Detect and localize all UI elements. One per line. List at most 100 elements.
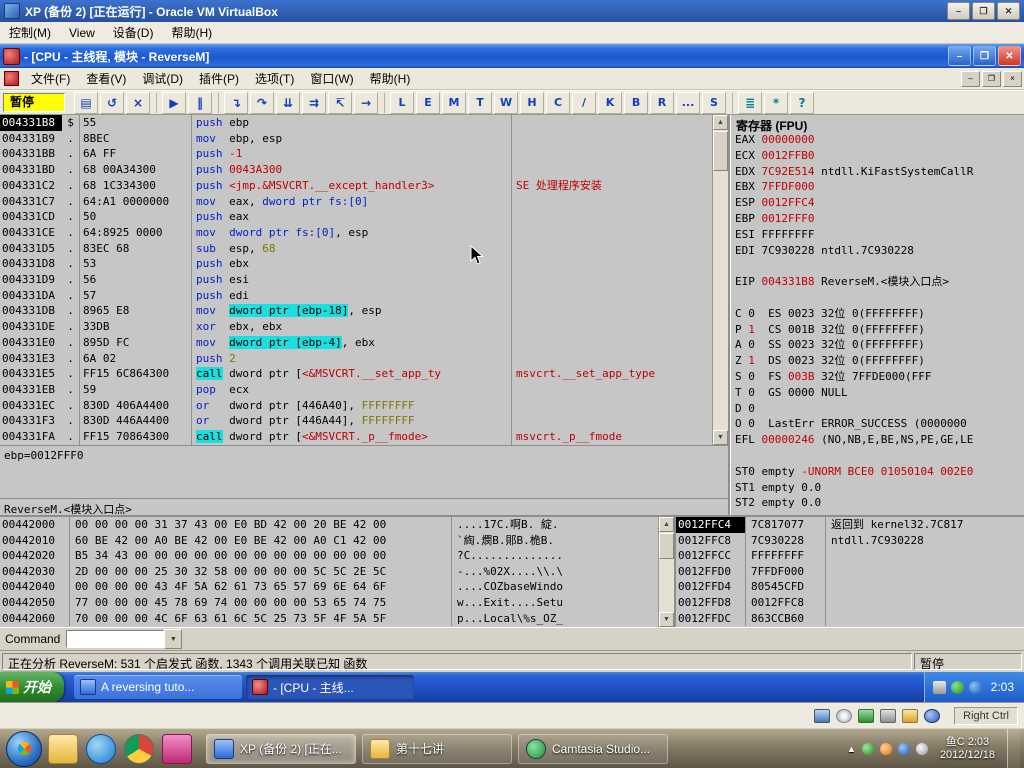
app-tray-icon[interactable] xyxy=(969,681,982,694)
show-desktop-button[interactable] xyxy=(1007,729,1020,768)
xp-start-button[interactable]: 开始 xyxy=(0,672,64,702)
disasm-row[interactable]: 004331DE.33DBxor ebx, ebx xyxy=(0,319,712,335)
toolbar-threads-window-button[interactable]: T xyxy=(468,92,492,114)
minimize-button[interactable]: – xyxy=(947,2,970,20)
registers-pane[interactable]: 寄存器 (FPU) EAX 00000000ECX 0012FFB0EDX 7C… xyxy=(730,115,1024,515)
toolbar-windows-list-button[interactable]: ≣ xyxy=(738,92,762,114)
update-tray-icon[interactable] xyxy=(880,743,892,755)
stack-pane[interactable]: 0012FFC47C817077返回到 kernel32.7C8170012FF… xyxy=(676,515,1024,627)
register-line[interactable]: ECX 0012FFB0 xyxy=(731,148,1024,164)
vb-menu-item-1[interactable]: View xyxy=(60,24,104,42)
dump-row[interactable]: 00442020B5 34 43 00 00 00 00 00 00 00 00… xyxy=(0,548,658,564)
toolbar-patches-window-button[interactable]: / xyxy=(572,92,596,114)
scroll-down-button[interactable]: ▼ xyxy=(713,430,728,445)
disasm-row[interactable]: 004331D9.56push esi xyxy=(0,272,712,288)
toolbar-step-into-button[interactable]: ↴ xyxy=(224,92,248,114)
stack-row[interactable]: 0012FFD480545CFD xyxy=(676,579,1024,595)
disasm-row[interactable]: 004331BB.6A FFpush -1 xyxy=(0,146,712,162)
toolbar-log-window-button[interactable]: L xyxy=(390,92,414,114)
network-tray-icon[interactable] xyxy=(898,743,910,755)
disassembly-pane[interactable]: 004331B8$55push ebp004331B9.8BECmov ebp,… xyxy=(0,115,730,445)
stack-row[interactable]: 0012FFD80012FFC8 xyxy=(676,595,1024,611)
toolbar-references-window-button[interactable]: R xyxy=(650,92,674,114)
stack-row[interactable]: 0012FFC87C930228ntdll.7C930228 xyxy=(676,533,1024,549)
register-line[interactable] xyxy=(731,448,1024,464)
browser-icon[interactable] xyxy=(86,734,116,764)
scroll-up-button[interactable]: ▲ xyxy=(659,517,674,532)
register-line[interactable]: P 1 CS 001B 32位 0(FFFFFFFF) xyxy=(731,322,1024,338)
toolbar-executables-window-button[interactable]: E xyxy=(416,92,440,114)
host-task-0[interactable]: XP (备份 2) [正在... xyxy=(206,734,356,764)
disassembly-scrollbar[interactable]: ▲ ▼ xyxy=(712,115,728,445)
disasm-row[interactable]: 004331EC.830D 406A4400or dword ptr [446A… xyxy=(0,398,712,414)
stack-row[interactable]: 0012FFCCFFFFFFFF xyxy=(676,548,1024,564)
olly-menu-item-4[interactable]: 选项(T) xyxy=(247,68,302,89)
toolbar-memory-window-button[interactable]: M xyxy=(442,92,466,114)
toolbar-open-file-button[interactable]: ▤ xyxy=(74,92,98,114)
input-method-icon[interactable] xyxy=(933,681,946,694)
disasm-row[interactable]: 004331FA.FF15 70864300call dword ptr [<&… xyxy=(0,429,712,445)
toolbar-close-program-button[interactable]: × xyxy=(126,92,150,114)
register-line[interactable]: ST0 empty -UNORM BCE0 01050104 002E0 xyxy=(731,464,1024,480)
register-line[interactable]: EBP 0012FFF0 xyxy=(731,211,1024,227)
dump-row[interactable]: 0044205077 00 00 00 45 78 69 74 00 00 00… xyxy=(0,595,658,611)
register-line[interactable] xyxy=(731,258,1024,274)
disasm-row[interactable]: 004331C2.68 1C334300push <jmp.&MSVCRT.__… xyxy=(0,178,712,194)
xp-task-0[interactable]: A reversing tuto... xyxy=(74,675,242,699)
tray-expand-icon[interactable]: ▲ xyxy=(847,744,856,754)
host-task-2[interactable]: Camtasia Studio... xyxy=(518,734,668,764)
disasm-row[interactable]: 004331D5.83EC 68sub esp, 68 xyxy=(0,241,712,257)
olly-menu-item-0[interactable]: 文件(F) xyxy=(23,68,78,89)
host-start-button[interactable] xyxy=(6,731,42,767)
toolbar-run-trace-window-button[interactable]: ... xyxy=(676,92,700,114)
toolbar-help-button[interactable]: ? xyxy=(790,92,814,114)
mdi-minimize-button[interactable]: – xyxy=(961,71,980,87)
olly-menu-item-2[interactable]: 调试(D) xyxy=(134,68,191,89)
toolbar-go-to-address-button[interactable]: → xyxy=(354,92,378,114)
maximize-button[interactable]: ❐ xyxy=(972,2,995,20)
toolbar-breakpoints-window-button[interactable]: B xyxy=(624,92,648,114)
register-line[interactable]: ST2 empty 0.0 xyxy=(731,495,1024,511)
explorer-icon[interactable] xyxy=(48,734,78,764)
scroll-thumb[interactable] xyxy=(713,131,728,171)
toolbar-run-button[interactable]: ▶ xyxy=(162,92,186,114)
security-tray-icon[interactable] xyxy=(862,743,874,755)
register-line[interactable]: EAX 00000000 xyxy=(731,132,1024,148)
chrome-icon[interactable] xyxy=(124,734,154,764)
register-line[interactable] xyxy=(731,290,1024,306)
register-line[interactable]: ESP 0012FFC4 xyxy=(731,195,1024,211)
dump-row[interactable]: 0044204000 00 00 00 43 4F 5A 62 61 73 65… xyxy=(0,579,658,595)
olly-menu-item-3[interactable]: 插件(P) xyxy=(191,68,247,89)
disasm-row[interactable]: 004331CE.64:8925 0000mov dword ptr fs:[0… xyxy=(0,225,712,241)
disasm-row[interactable]: 004331CD.50push eax xyxy=(0,209,712,225)
toolbar-cpu-window-button[interactable]: C xyxy=(546,92,570,114)
olly-menu-item-6[interactable]: 帮助(H) xyxy=(362,68,419,89)
disasm-row[interactable]: 004331DB.8965 E8mov dword ptr [ebp-18], … xyxy=(0,303,712,319)
close-button[interactable]: ✕ xyxy=(997,2,1020,20)
mdi-restore-button[interactable]: ❐ xyxy=(982,71,1001,87)
register-line[interactable]: ST1 empty 0.0 xyxy=(731,480,1024,496)
dump-row[interactable]: 0044206070 00 00 00 4C 6F 63 61 6C 5C 25… xyxy=(0,611,658,627)
host-task-1[interactable]: 第十七讲 xyxy=(362,734,512,764)
dump-row[interactable]: 0044201060 BE 42 00 A0 BE 42 00 E0 BE 42… xyxy=(0,533,658,549)
disasm-row[interactable]: 004331E5.FF15 6C864300call dword ptr [<&… xyxy=(0,366,712,382)
disasm-row[interactable]: 004331BD.68 00A34300push 0043A300 xyxy=(0,162,712,178)
command-input[interactable] xyxy=(66,630,164,648)
register-line[interactable]: O 0 LastErr ERROR_SUCCESS (0000000 xyxy=(731,416,1024,432)
info-pane[interactable]: ebp=0012FFF0 ReverseM.<模块入口点> xyxy=(0,445,730,515)
toolbar-call-stack-window-button[interactable]: K xyxy=(598,92,622,114)
register-line[interactable]: Z 1 DS 0023 32位 0(FFFFFFFF) xyxy=(731,353,1024,369)
register-line[interactable]: EDI 7C930228 ntdll.7C930228 xyxy=(731,243,1024,259)
toolbar-options-button[interactable]: * xyxy=(764,92,788,114)
scroll-up-button[interactable]: ▲ xyxy=(713,115,728,130)
register-line[interactable]: D 0 xyxy=(731,401,1024,417)
olly-menu-item-5[interactable]: 窗口(W) xyxy=(302,68,361,89)
disasm-row[interactable]: 004331E3.6A 02push 2 xyxy=(0,351,712,367)
stack-row[interactable]: 0012FFD07FFDF000 xyxy=(676,564,1024,580)
register-line[interactable]: A 0 SS 0023 32位 0(FFFFFFFF) xyxy=(731,337,1024,353)
register-line[interactable]: EFL 00000246 (NO,NB,E,BE,NS,PE,GE,LE xyxy=(731,432,1024,448)
disasm-row[interactable]: 004331D8.53push ebx xyxy=(0,256,712,272)
disasm-row[interactable]: 004331DA.57push edi xyxy=(0,288,712,304)
toolbar-animate-over-button[interactable]: ⇉ xyxy=(302,92,326,114)
register-line[interactable]: EIP 004331B8 ReverseM.<模块入口点> xyxy=(731,274,1024,290)
